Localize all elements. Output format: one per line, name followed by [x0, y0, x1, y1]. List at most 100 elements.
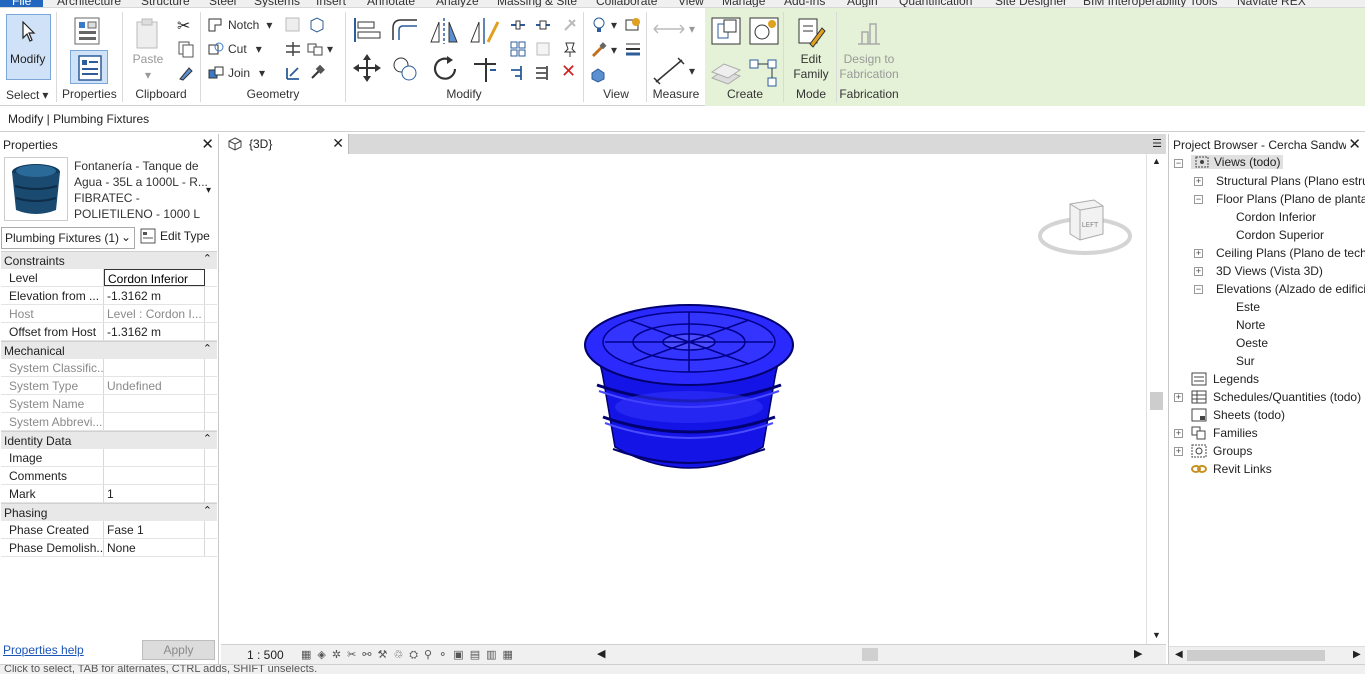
element-filter-dropdown[interactable]: Plumbing Fixtures (1) ⌄: [1, 227, 135, 249]
tab-insert[interactable]: Insert: [316, 0, 346, 7]
override-graphics-icon[interactable]: [624, 16, 642, 34]
tree-node-legends[interactable]: Legends: [1191, 372, 1259, 386]
tree-node-ceiling-plans[interactable]: Ceiling Plans (Plano de techo): [1216, 246, 1365, 260]
collapse-icon[interactable]: ⌃: [203, 342, 212, 355]
close-tab-icon[interactable]: ✕: [332, 135, 344, 152]
line-weights-icon[interactable]: [624, 40, 642, 58]
tab-architecture[interactable]: Architecture: [57, 0, 121, 7]
create-group-icon[interactable]: [748, 16, 780, 46]
expand-toggle[interactable]: +: [1174, 447, 1183, 456]
expand-toggle[interactable]: +: [1194, 267, 1203, 276]
mark-value[interactable]: 1: [104, 485, 205, 502]
tab-site-designer[interactable]: Site Designer: [995, 0, 1067, 7]
scroll-right-icon[interactable]: ▶: [1353, 649, 1361, 660]
collapse-icon[interactable]: ⌃: [203, 252, 212, 265]
match-type-icon[interactable]: [177, 64, 195, 82]
notch-button[interactable]: Notch ▾: [207, 17, 272, 33]
scale-icon[interactable]: [534, 40, 552, 58]
horizontal-scrollbar-thumb[interactable]: [862, 648, 878, 661]
offset-value[interactable]: -1.3162 m: [104, 323, 205, 340]
create-assembly-icon[interactable]: [710, 60, 742, 88]
copy-icon[interactable]: [177, 40, 195, 58]
linework-dropdown[interactable]: ▾: [590, 41, 617, 59]
scroll-right-icon[interactable]: ▶: [1134, 647, 1142, 660]
paste-button[interactable]: Paste: [132, 52, 164, 66]
tree-node-norte[interactable]: Norte: [1236, 318, 1265, 332]
type-name[interactable]: Fontanería - Tanque de Agua - 35L a 1000…: [74, 158, 214, 222]
view-vertical-scrollbar[interactable]: ▲ ▼: [1146, 154, 1166, 644]
trim-extend-corner-icon[interactable]: [470, 54, 500, 84]
tab-menu-icon[interactable]: ☰: [1152, 137, 1162, 150]
cut-geometry-button[interactable]: Cut ▾: [207, 41, 262, 57]
phase-created-value[interactable]: Fase 1: [104, 521, 205, 538]
tab-naviate-rex[interactable]: Naviate REX: [1237, 0, 1306, 7]
edit-type-button[interactable]: Edit Type: [140, 228, 210, 244]
tab-structure[interactable]: Structure: [141, 0, 190, 7]
expand-toggle[interactable]: +: [1194, 177, 1203, 186]
expand-toggle[interactable]: +: [1174, 393, 1183, 402]
category-mechanical[interactable]: Mechanical ⌃: [1, 341, 217, 359]
hide-in-view-dropdown[interactable]: ▾: [590, 16, 617, 34]
join-button[interactable]: Join ▾: [207, 65, 265, 81]
apply-button[interactable]: Apply: [142, 640, 215, 660]
demolish-dropdown[interactable]: ▾: [306, 41, 333, 57]
tab-view[interactable]: View: [678, 0, 704, 7]
tree-node-sur[interactable]: Sur: [1236, 354, 1255, 368]
scroll-up-icon[interactable]: ▲: [1152, 156, 1161, 166]
collapse-toggle[interactable]: −: [1194, 195, 1203, 204]
tree-node-este[interactable]: Este: [1236, 300, 1260, 314]
select-dropdown[interactable]: Select ▾: [6, 88, 48, 102]
collapse-icon[interactable]: ⌃: [203, 432, 212, 445]
category-identity-data[interactable]: Identity Data ⌃: [1, 431, 217, 449]
trim-extend-multiple-icon[interactable]: [534, 64, 552, 82]
scroll-left-icon[interactable]: ◀: [597, 647, 605, 660]
design-to-fabrication-button[interactable]: Design to Fabrication: [838, 14, 900, 86]
expand-toggle[interactable]: +: [1194, 249, 1203, 258]
properties-button[interactable]: [70, 50, 108, 84]
unpin-icon[interactable]: [561, 16, 579, 34]
viewcube[interactable]: LEFT: [1036, 194, 1134, 264]
split-face-icon[interactable]: [284, 16, 302, 34]
image-value[interactable]: [104, 449, 205, 466]
tab-massing-site[interactable]: Massing & Site: [497, 0, 577, 7]
paint-icon[interactable]: [308, 16, 326, 34]
align-icon[interactable]: [352, 16, 382, 44]
selection-box-icon[interactable]: [589, 65, 607, 83]
tree-node-cordon-inferior[interactable]: Cordon Inferior: [1236, 210, 1316, 224]
category-phasing[interactable]: Phasing ⌃: [1, 503, 217, 521]
level-value[interactable]: Cordon Inferior: [104, 269, 205, 286]
tab-steel[interactable]: Steel: [209, 0, 236, 7]
phase-demolished-value[interactable]: None: [104, 539, 205, 556]
tab-analyze[interactable]: Analyze: [436, 0, 479, 7]
tree-node-cordon-superior[interactable]: Cordon Superior: [1236, 228, 1324, 242]
collapse-toggle[interactable]: −: [1194, 285, 1203, 294]
wall-joins-icon[interactable]: [284, 40, 302, 58]
tab-collaborate[interactable]: Collaborate: [596, 0, 657, 7]
split-element-icon[interactable]: [509, 16, 527, 34]
type-selector-caret-icon[interactable]: ▾: [206, 185, 211, 196]
collapse-icon[interactable]: ⌃: [203, 504, 212, 517]
array-icon[interactable]: [509, 40, 527, 58]
properties-help-link[interactable]: Properties help: [3, 643, 84, 657]
elevation-value[interactable]: -1.3162 m: [104, 287, 205, 304]
tree-node-groups[interactable]: Groups: [1191, 444, 1252, 458]
tree-node-elevations[interactable]: Elevations (Alzado de edificio): [1216, 282, 1365, 296]
scroll-down-icon[interactable]: ▼: [1152, 630, 1161, 640]
edit-family-button[interactable]: Edit Family: [787, 14, 835, 86]
aligned-dimension-dropdown[interactable]: ▾: [652, 56, 695, 86]
tree-node-structural-plans[interactable]: Structural Plans (Plano estructural): [1216, 174, 1365, 188]
scrollbar-thumb[interactable]: [1150, 392, 1163, 410]
water-tank-model[interactable]: [581, 299, 796, 484]
collapse-toggle[interactable]: −: [1174, 159, 1183, 168]
tab-augin[interactable]: Augin: [847, 0, 878, 7]
tree-node-sheets[interactable]: Sheets (todo): [1191, 408, 1285, 422]
scroll-left-icon[interactable]: ◀: [1175, 649, 1183, 660]
tab-add-ins[interactable]: Add-Ins: [784, 0, 825, 7]
view-scale[interactable]: 1 : 500: [247, 648, 284, 662]
tab-file[interactable]: File: [0, 0, 44, 7]
view-tab-3d[interactable]: {3D} ✕: [221, 134, 349, 154]
tree-node-oeste[interactable]: Oeste: [1236, 336, 1268, 350]
tab-annotate[interactable]: Annotate: [367, 0, 415, 7]
comments-value[interactable]: [104, 467, 205, 484]
mirror-draw-axis-icon[interactable]: [468, 16, 500, 46]
